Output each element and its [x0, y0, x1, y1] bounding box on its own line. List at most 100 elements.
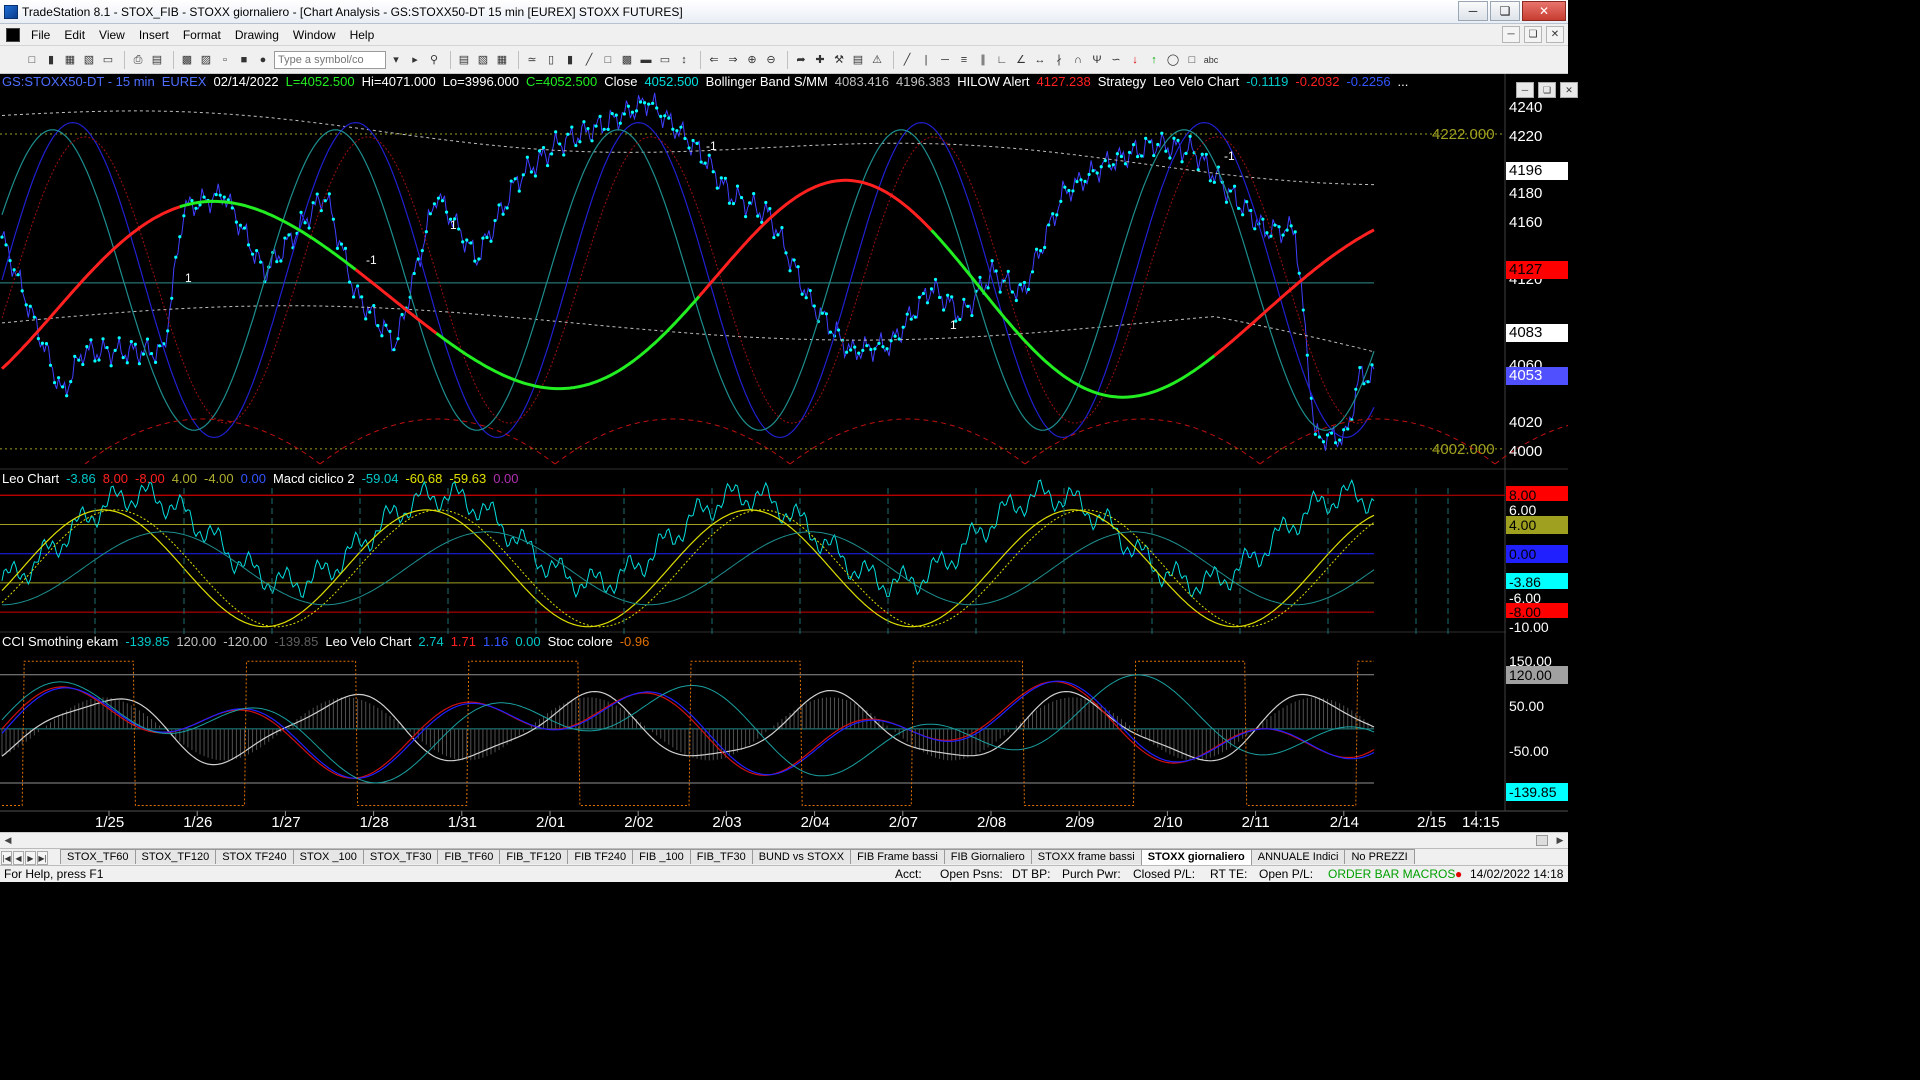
scroll-left-icon[interactable]: ◀	[0, 833, 16, 848]
workspace-tab[interactable]: STOX _100	[292, 849, 364, 864]
pane-restore-icon[interactable]: ❏	[1538, 82, 1556, 98]
print-icon[interactable]: ⎙	[130, 52, 146, 68]
ellipse-icon[interactable]: ◯	[1165, 52, 1181, 68]
gann-fan-icon[interactable]: ∟	[994, 52, 1010, 68]
freehand-icon[interactable]: ∽	[1108, 52, 1124, 68]
cycle-icon[interactable]: ∩	[1070, 52, 1086, 68]
horizontal-scrollbar[interactable]: ◀ ▶	[0, 832, 1568, 848]
arrow-both-icon[interactable]: ↔	[1032, 52, 1048, 68]
zoom-out-icon[interactable]: ⊖	[763, 52, 779, 68]
kagi-icon[interactable]: ▬	[638, 52, 654, 68]
close-button[interactable]: ✕	[1522, 1, 1566, 21]
line-chart-icon[interactable]: ╱	[581, 52, 597, 68]
crosshair-icon[interactable]: ✚	[812, 52, 828, 68]
matrix-icon[interactable]: ▫	[217, 52, 233, 68]
workspace-tab[interactable]: FIB_TF120	[499, 849, 569, 864]
workspace-tab[interactable]: STOX TF240	[215, 849, 294, 864]
horizontal-line-icon[interactable]: ─	[937, 52, 953, 68]
rectangle-icon[interactable]: □	[1184, 52, 1200, 68]
child-restore-icon[interactable]: ❏	[1524, 26, 1542, 43]
workspace-tab[interactable]: ANNUALE Indici	[1250, 849, 1346, 864]
menu-format[interactable]: Format	[176, 28, 228, 42]
workspace-tab[interactable]: FIB TF240	[567, 849, 634, 864]
menu-insert[interactable]: Insert	[132, 28, 176, 42]
radar-icon[interactable]: ▨	[198, 52, 214, 68]
chart-analysis-window[interactable]: 4222.000 4002.000 1 1 1 -1 -1 -1 1/25 1/26 1/27 1/2…	[0, 74, 1578, 832]
fib-retracement-icon[interactable]: ≡	[956, 52, 972, 68]
zoom-in-icon[interactable]: ⊕	[744, 52, 760, 68]
workspace-tab[interactable]: STOX_TF30	[362, 849, 439, 864]
minimize-button[interactable]: ─	[1458, 1, 1488, 21]
strategy-icon[interactable]: ▦	[494, 52, 510, 68]
scroll-right-icon[interactable]: ▶	[1552, 833, 1568, 848]
symbol-input[interactable]	[274, 50, 386, 69]
menu-edit[interactable]: Edit	[57, 28, 92, 42]
open-icon[interactable]: ▮	[43, 52, 59, 68]
bar-forward-icon[interactable]: ⇒	[725, 52, 741, 68]
speed-lines-icon[interactable]: ∠	[1013, 52, 1029, 68]
tab-first-icon[interactable]: |◀	[1, 851, 12, 865]
menu-window[interactable]: Window	[286, 28, 343, 42]
alert-icon[interactable]: ⚠	[869, 52, 885, 68]
tools-icon[interactable]: ⚒	[831, 52, 847, 68]
trendline-icon[interactable]: ╱	[899, 52, 915, 68]
new-icon[interactable]: □	[24, 52, 40, 68]
bar-chart-icon[interactable]: ▯	[543, 52, 559, 68]
chart-window-icon[interactable]: ▩	[179, 52, 195, 68]
pane-close-icon[interactable]: ✕	[1560, 82, 1578, 98]
chart-document-icon[interactable]	[6, 27, 20, 42]
go-icon[interactable]: ▸	[407, 52, 423, 68]
child-close-icon[interactable]: ✕	[1546, 26, 1564, 43]
candle-icon[interactable]: ▮	[562, 52, 578, 68]
vertical-line-icon[interactable]: |	[918, 52, 934, 68]
lock-icon[interactable]: ■	[236, 52, 252, 68]
workspace-tab[interactable]: FIB_TF60	[437, 849, 501, 864]
scroll-thumb[interactable]	[1536, 835, 1548, 846]
renko-icon[interactable]: ▩	[619, 52, 635, 68]
bar-back-icon[interactable]: ⇐	[706, 52, 722, 68]
workspace-tab[interactable]: STOX_TF120	[134, 849, 217, 864]
restore-button[interactable]: ❏	[1490, 1, 1520, 21]
arrow-up-icon[interactable]: ↑	[1146, 52, 1162, 68]
chart-type-icon[interactable]: ≃	[524, 52, 540, 68]
workspace-tab[interactable]: STOXX frame bassi	[1030, 849, 1142, 864]
chart-canvas[interactable]: 4222.0004002.000111-1-1-11/25 1/26 1/27 1/2…	[0, 74, 1568, 832]
fib-time-icon[interactable]: ∤	[1051, 52, 1067, 68]
find-icon[interactable]: ⚲	[426, 52, 442, 68]
scale-icon[interactable]: ↕	[676, 52, 692, 68]
hotlist-icon[interactable]: ●	[255, 52, 271, 68]
tab-prev-icon[interactable]: ◀	[13, 851, 24, 865]
symbol-dropdown-icon[interactable]: ▾	[388, 52, 404, 68]
text-tool-icon[interactable]: abc	[1203, 52, 1219, 68]
workspace-tab[interactable]: FIB_TF30	[689, 849, 753, 864]
tab-next-icon[interactable]: ▶	[25, 851, 36, 865]
pitchfork-icon[interactable]: Ψ	[1089, 52, 1105, 68]
save-all-icon[interactable]: ▧	[81, 52, 97, 68]
workspace-icon[interactable]: ▭	[100, 52, 116, 68]
tab-last-icon[interactable]: ▶|	[37, 851, 48, 865]
workspace-tab[interactable]: FIB Giornaliero	[943, 849, 1032, 864]
menu-help[interactable]: Help	[343, 28, 382, 42]
menu-file[interactable]: File	[24, 28, 57, 42]
child-minimize-icon[interactable]: ─	[1502, 26, 1520, 43]
workspace-tab[interactable]: STOX_TF60	[60, 849, 136, 864]
format-icon[interactable]: ▤	[456, 52, 472, 68]
workspace-tab[interactable]: BUND vs STOXX	[751, 849, 852, 864]
menu-view[interactable]: View	[92, 28, 132, 42]
save-icon[interactable]: ▦	[62, 52, 78, 68]
pane-minimize-icon[interactable]: ─	[1516, 82, 1534, 98]
data-window-icon[interactable]: ▤	[850, 52, 866, 68]
workspace-tab[interactable]: FIB Frame bassi	[850, 849, 945, 864]
print-preview-icon[interactable]: ▤	[149, 52, 165, 68]
menu-drawing[interactable]: Drawing	[228, 28, 286, 42]
indicator-icon[interactable]: ▧	[475, 52, 491, 68]
status-order-bar-macros[interactable]: ORDER BAR MACROS	[1328, 866, 1455, 883]
workspace-tab[interactable]: FIB _100	[632, 849, 691, 864]
channel-icon[interactable]: ∥	[975, 52, 991, 68]
pointer-icon[interactable]: ➦	[793, 52, 809, 68]
workspace-tab[interactable]: STOXX giornaliero	[1140, 849, 1252, 865]
arrow-down-icon[interactable]: ↓	[1127, 52, 1143, 68]
workspace-tab[interactable]: No PREZZI	[1344, 849, 1415, 864]
volume-icon[interactable]: ▭	[657, 52, 673, 68]
point-figure-icon[interactable]: □	[600, 52, 616, 68]
